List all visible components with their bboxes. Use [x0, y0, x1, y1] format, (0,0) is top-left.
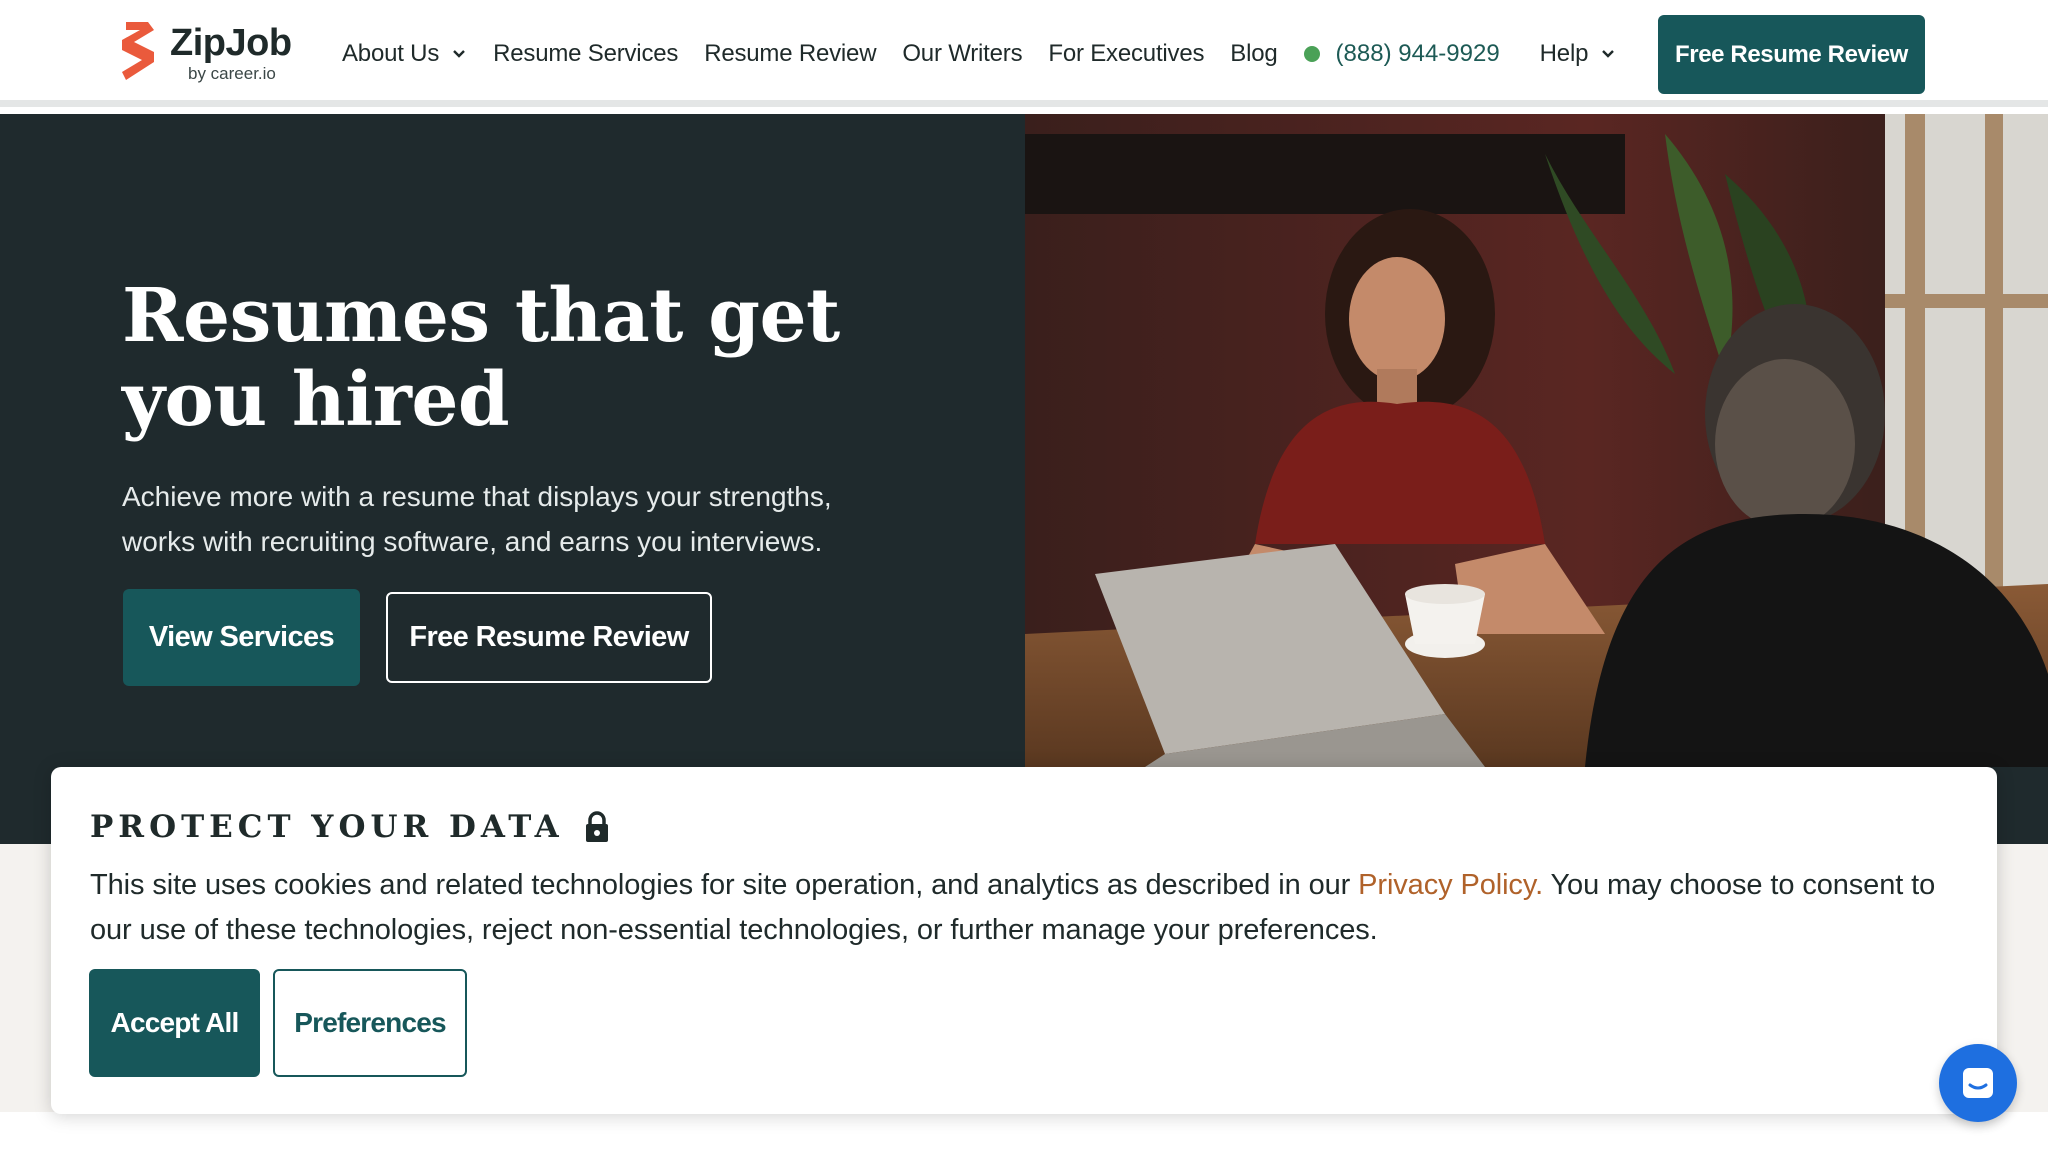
privacy-policy-link[interactable]: Privacy Policy.	[1358, 869, 1543, 901]
hero-photo	[1025, 114, 2048, 767]
brand-name: ZipJob	[170, 22, 292, 64]
brand-sub: by career.io	[188, 64, 276, 83]
chevron-down-icon	[1602, 49, 1615, 58]
nav-about-us[interactable]: About Us	[342, 40, 467, 68]
preferences-button[interactable]: Preferences	[273, 969, 467, 1077]
lock-icon	[585, 811, 608, 842]
hero-subtitle: Achieve more with a resume that displays…	[122, 481, 832, 557]
cookie-banner: PROTECT YOUR DATA This site uses cookies…	[51, 767, 1997, 1114]
accept-all-button[interactable]: Accept All	[89, 969, 260, 1077]
nav-help[interactable]: Help	[1540, 40, 1617, 68]
view-services-button[interactable]: View Services	[123, 589, 360, 686]
status-dot-icon	[1303, 45, 1320, 62]
zipjob-logo[interactable]: ZipJob by career.io	[120, 22, 300, 83]
hero-section: Resumes that get you hired Achieve more …	[0, 114, 2048, 844]
nav-blog[interactable]: Blog	[1230, 40, 1277, 68]
nav-resume-services[interactable]: Resume Services	[493, 40, 678, 68]
nav-help-label: Help	[1539, 39, 1589, 67]
chat-launcher-button[interactable]	[1939, 1044, 2017, 1122]
nav-resume-review[interactable]: Resume Review	[704, 40, 876, 68]
hero-free-review-button[interactable]: Free Resume Review	[386, 592, 712, 683]
cookie-title: PROTECT YOUR DATA	[90, 809, 610, 845]
hero-content: Resumes that get you hired Achieve more …	[0, 114, 1025, 844]
cookie-title-text: PROTECT YOUR DATA	[90, 809, 564, 845]
cookie-text: This site uses cookies and related techn…	[90, 863, 1970, 953]
nav-about-us-label: About Us	[342, 39, 440, 67]
nav-our-writers[interactable]: Our Writers	[902, 40, 1022, 68]
chat-icon	[1963, 1068, 1993, 1098]
nav-for-executives[interactable]: For Executives	[1048, 40, 1204, 68]
main-nav: About Us Resume Services Resume Review O…	[342, 0, 1642, 107]
hero-title: Resumes that get you hired	[122, 273, 840, 443]
phone-link[interactable]: (888) 944-9929	[1303, 39, 1500, 68]
header-free-review-button[interactable]: Free Resume Review	[1658, 15, 1925, 94]
cookie-text-before: This site uses cookies and related techn…	[90, 869, 1359, 901]
site-header: ZipJob by career.io About Us Resume Serv…	[0, 0, 2048, 107]
chevron-down-icon	[453, 49, 465, 58]
phone-number: (888) 944-9929	[1335, 39, 1500, 67]
zipjob-logo-icon	[122, 22, 154, 80]
interview-photo-image	[1025, 114, 2048, 767]
